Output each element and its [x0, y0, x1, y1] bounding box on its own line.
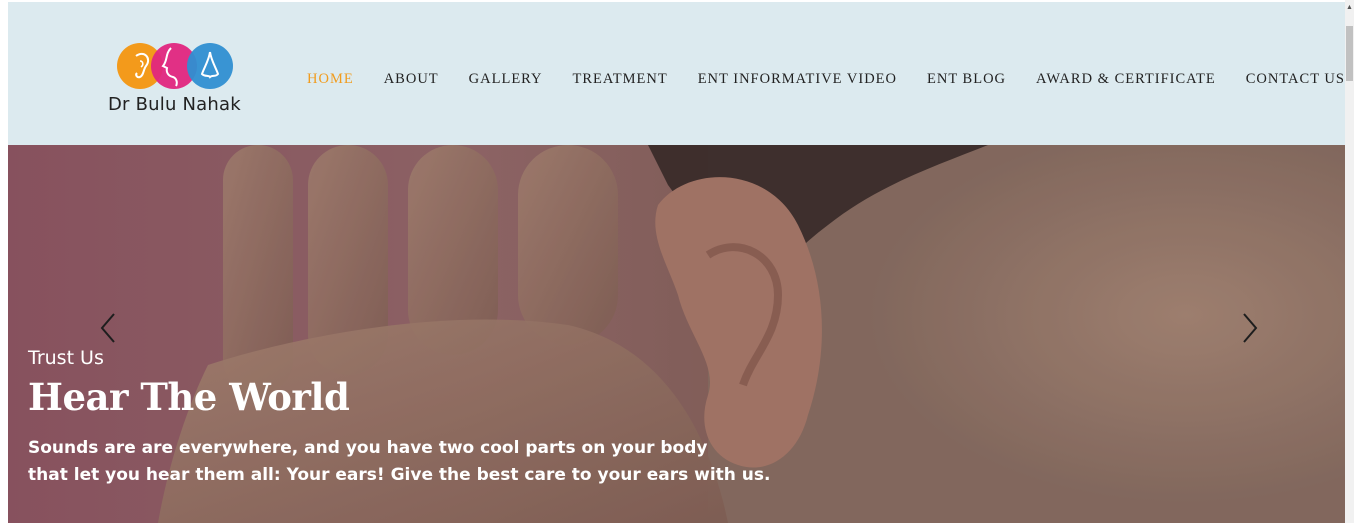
page: Dr Bulu Nahak HOME ABOUT GALLERY TREATME…: [0, 0, 1354, 523]
hero-description: Sounds are are everywhere, and you have …: [28, 435, 788, 489]
main-nav: HOME ABOUT GALLERY TREATMENT ENT INFORMA…: [307, 68, 1345, 90]
nav-item-contact-us[interactable]: CONTACT US: [1246, 68, 1345, 90]
site-header: Dr Bulu Nahak HOME ABOUT GALLERY TREATME…: [8, 2, 1345, 145]
nav-item-gallery[interactable]: GALLERY: [469, 68, 543, 90]
nav-item-home[interactable]: HOME: [307, 68, 354, 90]
logo-mark-icon: [117, 43, 233, 89]
chevron-right-icon: [1243, 313, 1258, 343]
hero-description-line-1: Sounds are are everywhere, and you have …: [28, 438, 708, 458]
chevron-left-icon: [100, 313, 115, 343]
brand-name: Dr Bulu Nahak: [108, 94, 241, 115]
triangle-up-icon[interactable]: ▲: [1345, 4, 1354, 12]
nav-item-treatment[interactable]: TREATMENT: [573, 68, 668, 90]
brand-logo[interactable]: Dr Bulu Nahak: [108, 38, 258, 122]
hero-title: Hear The World: [28, 375, 350, 419]
slider-next-button[interactable]: [1234, 311, 1264, 345]
page-scrollbar[interactable]: ▲: [1345, 0, 1354, 523]
nav-item-about[interactable]: ABOUT: [384, 68, 439, 90]
nav-item-award-certificate[interactable]: AWARD & CERTIFICATE: [1036, 68, 1216, 90]
hero-eyebrow: Trust Us: [28, 347, 104, 369]
hero-description-line-2: that let you hear them all: Your ears! G…: [28, 465, 771, 485]
nav-item-ent-blog[interactable]: ENT BLOG: [927, 68, 1006, 90]
scrollbar-thumb[interactable]: [1346, 26, 1353, 81]
nav-item-ent-informative-video[interactable]: ENT INFORMATIVE VIDEO: [698, 68, 897, 90]
slider-prev-button[interactable]: [94, 311, 124, 345]
hero-slider: Trust Us Hear The World Sounds are are e…: [8, 145, 1345, 523]
